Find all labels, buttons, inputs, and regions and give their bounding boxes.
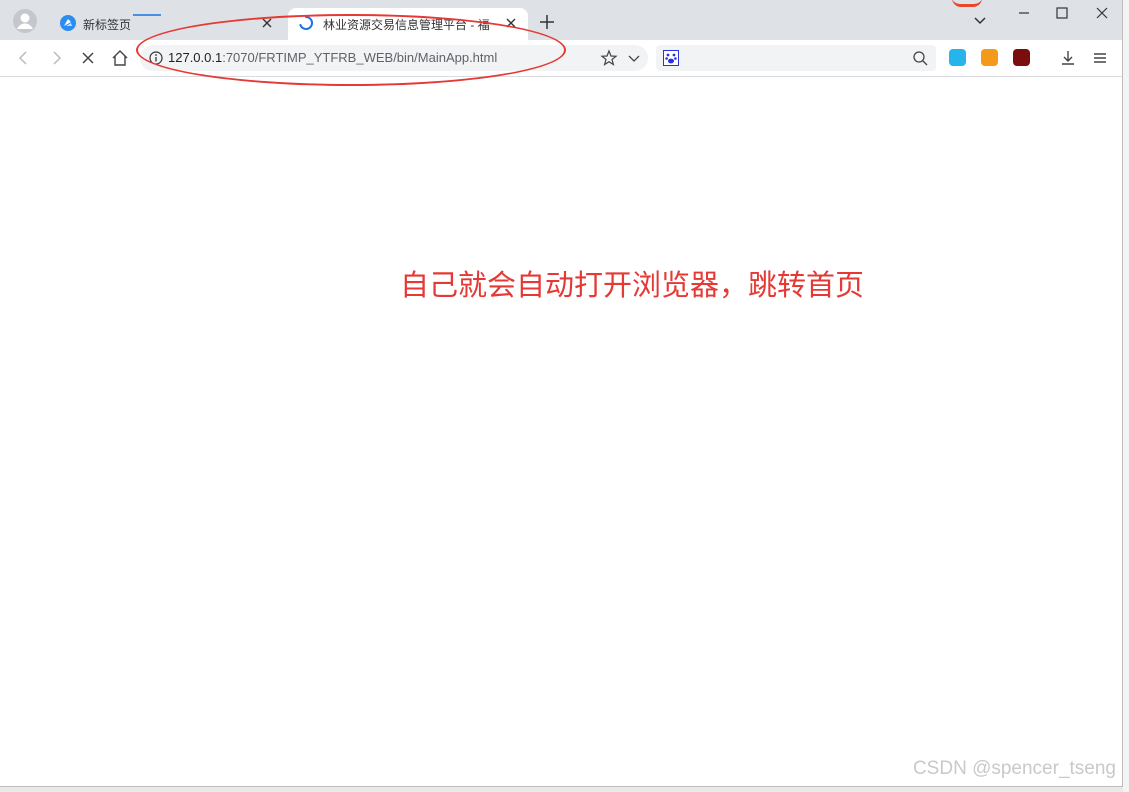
close-icon[interactable] [502,14,520,32]
tab-active[interactable]: 林业资源交易信息管理平台 - 福 [288,8,528,40]
annotation-text: 自己就会自动打开浏览器，跳转首页 [400,268,865,302]
chevron-down-icon[interactable] [625,49,643,67]
browser-logo-icon [60,15,76,31]
flash-icon[interactable] [1013,49,1030,66]
watermark: CSDN @spencer_tseng [912,758,1116,779]
maximize-icon[interactable] [1052,4,1072,22]
back-icon[interactable] [14,48,34,68]
minimize-icon[interactable] [1014,4,1034,22]
extension-icon-blue[interactable] [949,49,966,66]
browser-window: 新标签页 林业资源交易信息管理平台 - 福 127.0.0.1:7070/FRT… [0,0,1123,787]
toolbar: 127.0.0.1:7070/FRTIMP_YTFRB_WEB/bin/Main… [0,40,1122,77]
dropdown-icon[interactable] [970,12,990,30]
close-window-icon[interactable] [1092,4,1112,22]
tab-title: 林业资源交易信息管理平台 - 福 [323,18,490,32]
download-icon[interactable] [1058,48,1078,68]
search-icon[interactable] [912,50,928,66]
profile-icon[interactable] [13,9,37,33]
url-path: :7070/FRTIMP_YTFRB_WEB/bin/MainApp.html [222,50,498,65]
menu-icon[interactable] [1090,48,1110,68]
paw-icon [663,50,679,66]
loading-spinner-icon [299,15,314,30]
decorative-mark [952,0,982,7]
stop-icon[interactable] [78,48,98,68]
home-icon[interactable] [110,48,130,68]
extension-icon-orange[interactable] [981,49,998,66]
star-icon[interactable] [600,49,618,67]
forward-icon[interactable] [46,48,66,68]
tab-underline [133,14,161,16]
tab-title: 新标签页 [83,18,132,32]
address-bar[interactable]: 127.0.0.1:7070/FRTIMP_YTFRB_WEB/bin/Main… [140,45,648,71]
close-icon[interactable] [258,14,276,32]
tab-strip: 新标签页 林业资源交易信息管理平台 - 福 [0,0,1122,40]
info-icon[interactable] [149,51,163,65]
background-window-edge [1123,0,1129,792]
tab-new-tab[interactable]: 新标签页 [52,8,284,40]
new-tab-icon[interactable] [537,12,557,32]
url-host: 127.0.0.1 [168,50,223,65]
search-box[interactable] [656,45,936,71]
url-text[interactable]: 127.0.0.1:7070/FRTIMP_YTFRB_WEB/bin/Main… [168,50,497,65]
